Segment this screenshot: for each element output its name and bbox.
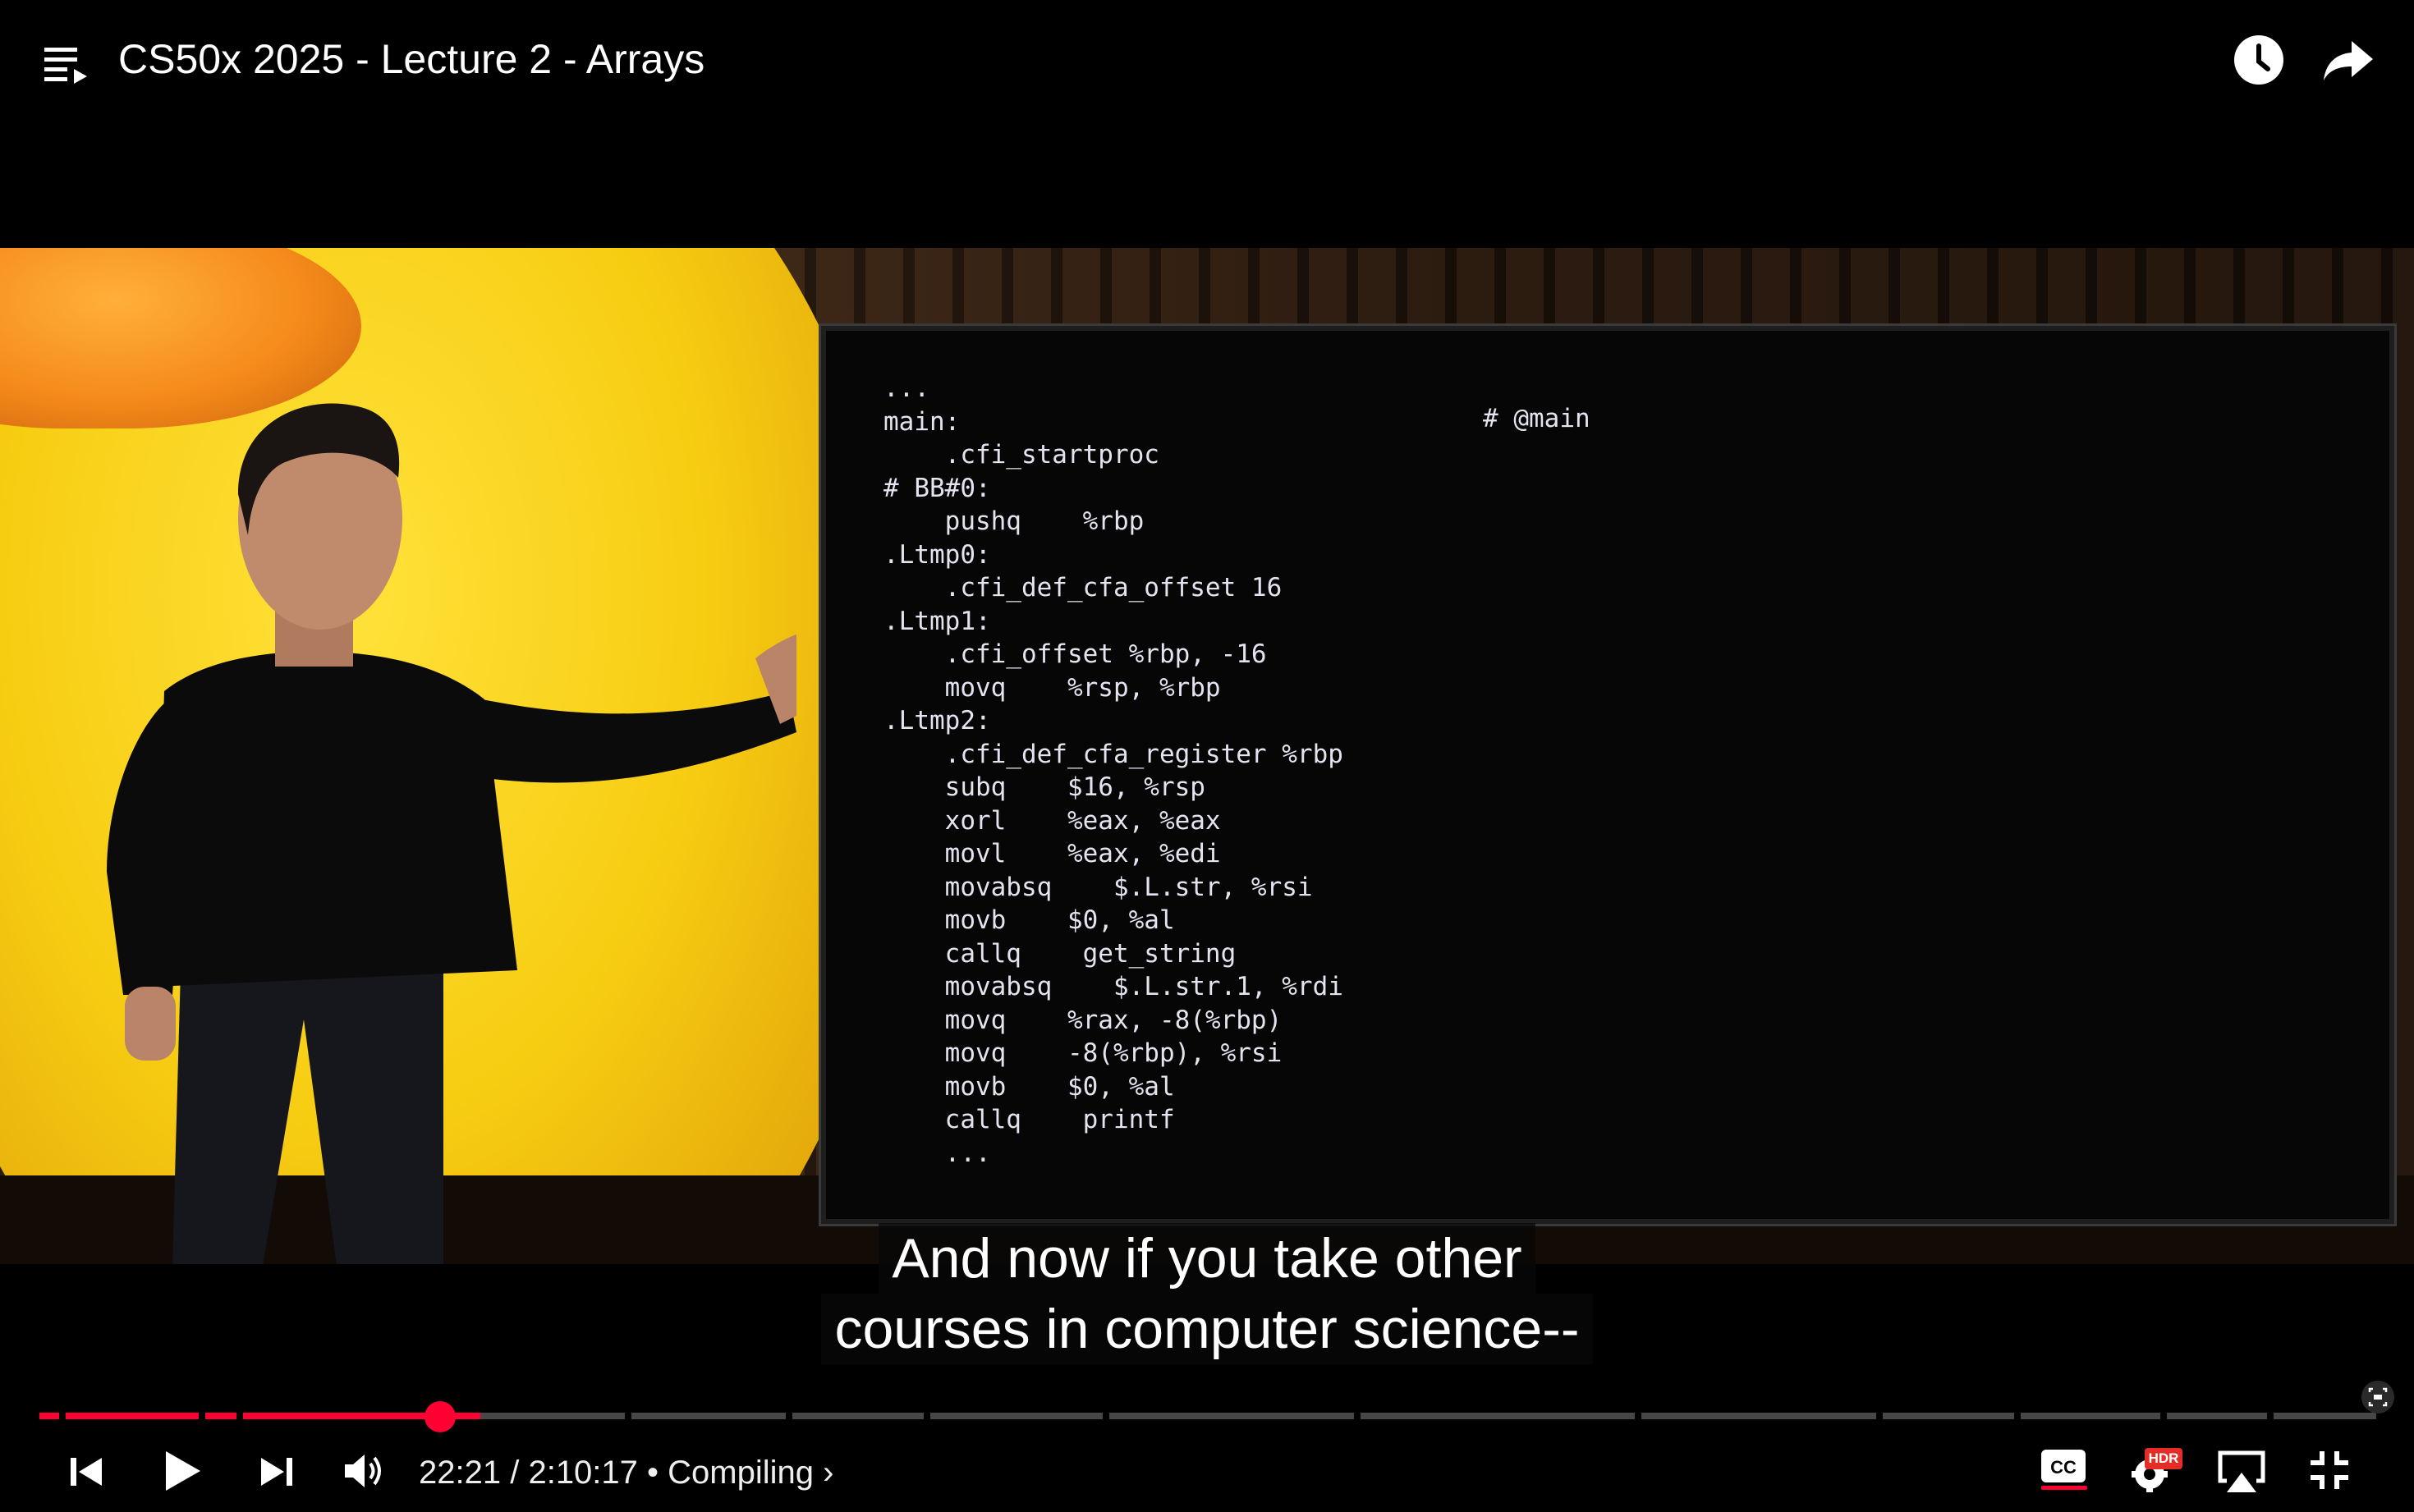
presenter — [107, 403, 796, 1264]
code-line: pushq %rbp — [883, 506, 1145, 536]
top-bar: CS50x 2025 - Lecture 2 - Arrays — [0, 0, 2414, 123]
code-line: .cfi_def_cfa_register %rbp — [883, 739, 1343, 769]
caption-line-2: courses in computer science-- — [821, 1294, 1593, 1364]
code-line: main: — [883, 406, 961, 437]
current-time: 22:21 — [419, 1455, 502, 1491]
code-line: movb $0, %al — [883, 1071, 1175, 1102]
chapter-segment[interactable] — [480, 1413, 625, 1419]
code-line: callq printf — [883, 1105, 1175, 1134]
assembly-code: ... main: .cfi_startproc # BB#0: pushq %… — [883, 372, 1343, 1170]
chapter-segment[interactable] — [1109, 1413, 1354, 1419]
chapter-segment[interactable] — [930, 1413, 1103, 1419]
hdr-badge: HDR — [2145, 1448, 2182, 1469]
chapter-segment[interactable] — [39, 1413, 59, 1419]
next-icon[interactable] — [258, 1453, 296, 1491]
code-line: movabsq $.L.str.1, %rdi — [883, 972, 1343, 1001]
code-line: movq -8(%rbp), %rsi — [883, 1038, 1283, 1068]
code-line: movabsq $.L.str, %rsi — [883, 872, 1313, 902]
closed-captions-icon[interactable]: CC — [2040, 1448, 2087, 1484]
chapter-segment[interactable] — [2167, 1413, 2267, 1419]
chevron-right-icon[interactable]: › — [823, 1455, 833, 1491]
code-line: ... — [883, 1138, 991, 1168]
code-line: xorl %eax, %eax — [883, 805, 1221, 836]
watch-later-icon[interactable] — [2233, 34, 2284, 85]
svg-text:CC: CC — [2050, 1457, 2077, 1478]
video-frame[interactable]: ... main: .cfi_startproc # BB#0: pushq %… — [0, 248, 2414, 1264]
chapter-segment[interactable] — [1883, 1413, 2014, 1419]
code-line: subq $16, %rsp — [883, 772, 1205, 802]
duration: 2:10:17 — [528, 1455, 638, 1491]
code-line: .Ltmp0: — [883, 539, 991, 570]
code-line: movq %rax, -8(%rbp) — [883, 1005, 1283, 1035]
exit-fullscreen-icon[interactable] — [2309, 1450, 2350, 1491]
code-line: .Ltmp2: — [883, 706, 991, 735]
code-line: # BB#0: — [883, 473, 991, 503]
screenshot-icon[interactable] — [2361, 1381, 2394, 1413]
chapter-segment[interactable] — [2274, 1413, 2376, 1419]
video-title[interactable]: CS50x 2025 - Lecture 2 - Arrays — [118, 33, 704, 85]
chapter-segment[interactable] — [66, 1413, 199, 1419]
chapter-segment[interactable] — [631, 1413, 786, 1419]
code-line: .Ltmp1: — [883, 606, 991, 636]
share-icon[interactable] — [2322, 38, 2375, 84]
progress-bar[interactable] — [39, 1413, 2376, 1419]
airplay-icon[interactable] — [2215, 1450, 2268, 1494]
chapter-segment[interactable] — [792, 1413, 924, 1419]
playlist-icon[interactable] — [44, 44, 90, 85]
code-line: movq %rsp, %rbp — [883, 672, 1221, 703]
presentation-screen: ... main: .cfi_startproc # BB#0: pushq %… — [821, 326, 2394, 1224]
code-line: .cfi_offset %rbp, -16 — [883, 639, 1267, 669]
captions: And now if you take other courses in com… — [0, 1223, 2414, 1364]
chapter-title[interactable]: Compiling — [668, 1455, 814, 1491]
captions-active-indicator — [2041, 1486, 2087, 1490]
chapter-link[interactable]: Compiling › — [668, 1455, 833, 1491]
time-display: 22:21 / 2:10:17 • Compiling › — [419, 1455, 834, 1491]
player-controls: 22:21 / 2:10:17 • Compiling › CC HDR — [0, 1435, 2414, 1512]
code-line: callq get_string — [883, 938, 1237, 969]
code-line: movb $0, %al — [883, 905, 1175, 935]
chapter-segment[interactable] — [205, 1413, 236, 1419]
chapter-segment[interactable] — [2021, 1413, 2160, 1419]
code-line: ... — [883, 373, 929, 403]
code-line: movl %eax, %edi — [883, 839, 1221, 868]
progress-scrubber[interactable] — [425, 1401, 457, 1432]
previous-icon[interactable] — [67, 1453, 105, 1491]
caption-line-1: And now if you take other — [879, 1223, 1535, 1294]
volume-icon[interactable] — [343, 1451, 386, 1491]
chapter-segment[interactable] — [1361, 1413, 1635, 1419]
code-comment: # @main — [1483, 404, 1590, 433]
code-line: .cfi_def_cfa_offset 16 — [883, 573, 1283, 603]
play-icon[interactable] — [161, 1450, 202, 1492]
code-line: .cfi_startproc — [883, 440, 1159, 470]
chapter-segment[interactable] — [1641, 1413, 1876, 1419]
